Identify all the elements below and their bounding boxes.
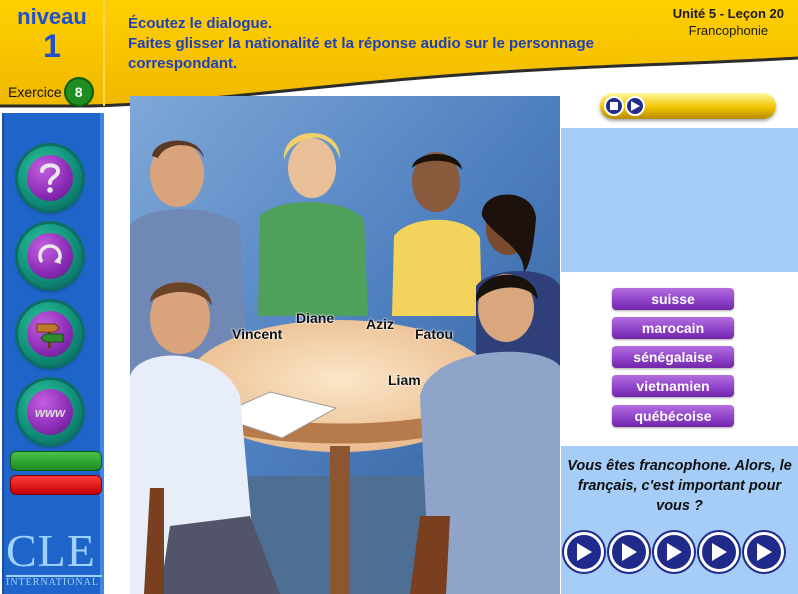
audio-answer-2-button[interactable] — [609, 532, 649, 572]
unit-lesson: Unité 5 - Leçon 20 — [672, 6, 784, 21]
audio-answer-1-button[interactable] — [564, 532, 604, 572]
audio-answer-3-button[interactable] — [654, 532, 694, 572]
retry-button[interactable] — [18, 224, 82, 288]
green-status-bar[interactable] — [10, 451, 102, 471]
instruction-line-1: Écoutez le dialogue. — [128, 15, 273, 32]
red-status-bar[interactable] — [10, 475, 102, 495]
level-indicator: niveau 1 — [14, 4, 90, 64]
stop-icon — [610, 102, 618, 110]
nationality-quebecoise[interactable]: québécoise — [612, 405, 734, 427]
level-number: 1 — [43, 28, 61, 64]
unit-info: Unité 5 - Leçon 20 Francophonie — [673, 6, 784, 38]
question-mark-icon — [27, 155, 73, 201]
play-icon — [630, 101, 640, 111]
www-icon: www — [27, 389, 73, 435]
question-text: Vous êtes francophone. Alors, le françai… — [567, 458, 792, 514]
nationality-senegalaise[interactable]: sénégalaise — [612, 346, 734, 368]
exercise-number-badge: 8 — [65, 79, 92, 105]
audio-answer-5-button[interactable] — [744, 532, 784, 572]
play-icon — [622, 543, 637, 561]
exercise-label: Exercice — [8, 84, 62, 100]
people-at-table-image — [130, 96, 560, 594]
instruction-line-2: Faites glisser la nationalité et la répo… — [128, 35, 594, 72]
navigation-button[interactable] — [18, 302, 82, 366]
character-label-diane[interactable]: Diane — [296, 310, 334, 326]
audio-answer-4-button[interactable] — [699, 532, 739, 572]
logo-text: CLE — [6, 525, 96, 576]
character-label-fatou[interactable]: Fatou — [415, 326, 453, 342]
nationality-marocain[interactable]: marocain — [612, 317, 734, 339]
signpost-icon — [27, 311, 73, 357]
help-button[interactable] — [18, 146, 82, 210]
web-button[interactable]: www — [18, 380, 82, 444]
logo-subtext: INTERNATIONAL — [6, 575, 102, 588]
sidebar: www CLE INTERNATIONAL — [2, 113, 104, 594]
play-icon — [667, 543, 682, 561]
stop-button[interactable] — [604, 96, 624, 116]
dialogue-illustration: Vincent Diane Aziz Fatou Liam — [130, 96, 560, 594]
character-label-liam[interactable]: Liam — [388, 372, 421, 388]
nationality-vietnamien[interactable]: vietnamien — [612, 375, 734, 397]
level-word: niveau — [17, 4, 87, 29]
answer-drop-zone[interactable] — [561, 128, 798, 272]
play-dialogue-button[interactable] — [625, 96, 645, 116]
dialogue-audio-player[interactable] — [600, 93, 776, 119]
instructions: Écoutez le dialogue. Faites glisser la n… — [128, 14, 648, 74]
exercise-indicator: Exercice 8 — [8, 79, 92, 105]
circular-arrow-icon — [27, 233, 73, 279]
character-label-aziz[interactable]: Aziz — [366, 316, 394, 332]
play-icon — [712, 543, 727, 561]
character-label-vincent[interactable]: Vincent — [232, 326, 282, 342]
play-icon — [757, 543, 772, 561]
audio-answers — [564, 532, 784, 572]
play-icon — [577, 543, 592, 561]
www-text: www — [34, 404, 66, 420]
cle-international-logo: CLE INTERNATIONAL — [6, 527, 106, 594]
unit-topic: Francophonie — [688, 23, 769, 38]
nationality-suisse[interactable]: suisse — [612, 288, 734, 310]
